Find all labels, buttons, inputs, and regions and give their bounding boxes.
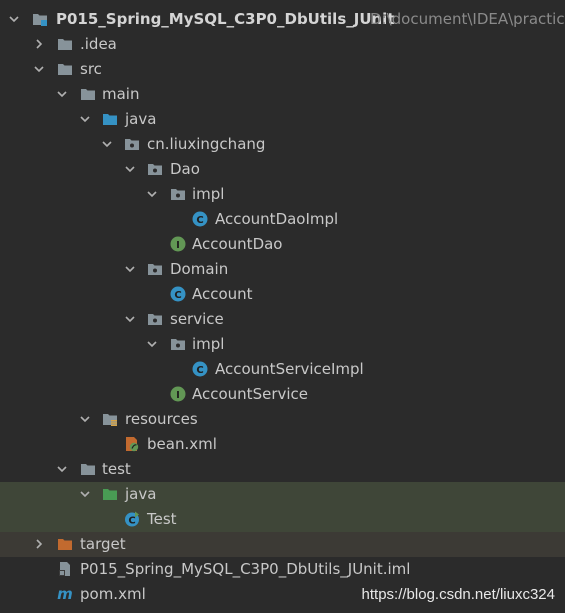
java-class-icon: C bbox=[192, 361, 208, 377]
tree-label-target: target bbox=[80, 535, 126, 553]
source-folder-icon bbox=[103, 114, 117, 125]
chevron-down-icon[interactable] bbox=[33, 63, 45, 75]
tree-label-bean-xml: bean.xml bbox=[147, 435, 217, 453]
svg-text:m: m bbox=[57, 586, 73, 602]
svg-text:C: C bbox=[196, 215, 203, 226]
excluded-folder-icon bbox=[58, 539, 72, 550]
tree-row-account-service[interactable]: I AccountService bbox=[0, 382, 565, 407]
svg-text:I: I bbox=[176, 240, 180, 251]
maven-icon: m bbox=[57, 586, 73, 602]
tree-label-dao-impl: impl bbox=[192, 185, 225, 203]
java-class-icon: C bbox=[192, 211, 208, 227]
tree-label-account-dao-impl: AccountDaoImpl bbox=[215, 210, 339, 228]
watermark-text: https://blog.csdn.net/liuxc324 bbox=[361, 586, 555, 603]
tree-label-resources: resources bbox=[125, 410, 198, 428]
package-icon bbox=[125, 139, 139, 150]
package-icon bbox=[171, 189, 185, 200]
tree-row-test-class[interactable]: C Test bbox=[0, 507, 565, 532]
chevron-down-icon[interactable] bbox=[56, 463, 68, 475]
tree-row-target[interactable]: target bbox=[0, 532, 565, 557]
tree-label-test-class: Test bbox=[147, 510, 177, 528]
chevron-down-icon[interactable] bbox=[124, 313, 136, 325]
tree-label-account-service-impl: AccountServiceImpl bbox=[215, 360, 364, 378]
package-icon bbox=[171, 339, 185, 350]
tree-label-account-service: AccountService bbox=[192, 385, 309, 403]
tree-row-resources[interactable]: resources bbox=[0, 407, 565, 432]
tree-row-test[interactable]: test bbox=[0, 457, 565, 482]
tree-label-pom: pom.xml bbox=[80, 585, 146, 603]
tree-label-test: test bbox=[102, 460, 131, 478]
svg-text:I: I bbox=[176, 390, 180, 401]
tree-row-account-service-impl[interactable]: C AccountServiceImpl bbox=[0, 357, 565, 382]
java-class-icon: C bbox=[170, 286, 186, 302]
chevron-right-icon[interactable] bbox=[33, 538, 45, 550]
package-icon bbox=[148, 314, 162, 325]
java-interface-icon: I bbox=[170, 236, 186, 252]
package-icon bbox=[148, 164, 162, 175]
tree-row-service-impl[interactable]: impl bbox=[0, 332, 565, 357]
folder-icon bbox=[58, 39, 72, 50]
tree-label-src: src bbox=[80, 60, 102, 78]
chevron-down-icon[interactable] bbox=[146, 188, 158, 200]
chevron-down-icon[interactable] bbox=[101, 138, 113, 150]
chevron-down-icon[interactable] bbox=[146, 338, 158, 350]
chevron-down-icon[interactable] bbox=[56, 88, 68, 100]
java-test-class-icon: C bbox=[125, 511, 139, 527]
chevron-down-icon[interactable] bbox=[79, 413, 91, 425]
tree-label-domain: Domain bbox=[170, 260, 229, 278]
spring-xml-icon bbox=[126, 437, 139, 452]
tree-row-service[interactable]: service bbox=[0, 307, 565, 332]
tree-label-service: service bbox=[170, 310, 224, 328]
tree-row-dao[interactable]: Dao bbox=[0, 157, 565, 182]
tree-label-iml-file: P015_Spring_MySQL_C3P0_DbUtils_JUnit.iml bbox=[80, 560, 411, 578]
svg-text:C: C bbox=[196, 365, 203, 376]
svg-text:C: C bbox=[174, 290, 181, 301]
tree-row-java-test[interactable]: java bbox=[0, 482, 565, 507]
chevron-down-icon[interactable] bbox=[124, 263, 136, 275]
module-file-icon bbox=[59, 562, 70, 576]
tree-row-account-dao-impl[interactable]: C AccountDaoImpl bbox=[0, 207, 565, 232]
tree-row-iml-file[interactable]: P015_Spring_MySQL_C3P0_DbUtils_JUnit.iml bbox=[0, 557, 565, 582]
project-tree: P015_Spring_MySQL_C3P0_DbUtils_JUnit D:\… bbox=[0, 7, 565, 607]
chevron-down-icon[interactable] bbox=[8, 13, 20, 25]
project-path: D:\document\IDEA\practic bbox=[370, 10, 565, 28]
tree-row-package[interactable]: cn.liuxingchang bbox=[0, 132, 565, 157]
chevron-down-icon[interactable] bbox=[124, 163, 136, 175]
tree-row-idea[interactable]: .idea bbox=[0, 32, 565, 57]
folder-icon bbox=[58, 64, 72, 75]
test-source-folder-icon bbox=[103, 489, 117, 500]
tree-label-account: Account bbox=[192, 285, 253, 303]
project-module-icon bbox=[33, 14, 47, 26]
package-icon bbox=[148, 264, 162, 275]
tree-label-java-main: java bbox=[125, 110, 157, 128]
tree-row-account[interactable]: C Account bbox=[0, 282, 565, 307]
svg-text:C: C bbox=[128, 516, 135, 527]
chevron-down-icon[interactable] bbox=[79, 488, 91, 500]
java-interface-icon: I bbox=[170, 386, 186, 402]
tree-row-domain[interactable]: Domain bbox=[0, 257, 565, 282]
tree-label-service-impl: impl bbox=[192, 335, 225, 353]
tree-row-dao-impl[interactable]: impl bbox=[0, 182, 565, 207]
tree-label-account-dao: AccountDao bbox=[192, 235, 283, 253]
tree-row-project-root[interactable]: P015_Spring_MySQL_C3P0_DbUtils_JUnit D:\… bbox=[0, 7, 565, 32]
chevron-down-icon[interactable] bbox=[79, 113, 91, 125]
tree-label-package: cn.liuxingchang bbox=[147, 135, 266, 153]
tree-row-src[interactable]: src bbox=[0, 57, 565, 82]
tree-label-java-test: java bbox=[125, 485, 157, 503]
tree-row-java-main[interactable]: java bbox=[0, 107, 565, 132]
folder-icon bbox=[81, 464, 95, 475]
folder-icon bbox=[81, 89, 95, 100]
tree-row-main[interactable]: main bbox=[0, 82, 565, 107]
tree-label-main: main bbox=[102, 85, 140, 103]
resources-folder-icon bbox=[103, 414, 117, 426]
tree-label-dao: Dao bbox=[170, 160, 200, 178]
tree-row-bean-xml[interactable]: bean.xml bbox=[0, 432, 565, 457]
tree-label-idea: .idea bbox=[80, 35, 117, 53]
tree-row-account-dao[interactable]: I AccountDao bbox=[0, 232, 565, 257]
chevron-right-icon[interactable] bbox=[33, 38, 45, 50]
project-name: P015_Spring_MySQL_C3P0_DbUtils_JUnit bbox=[56, 10, 395, 28]
